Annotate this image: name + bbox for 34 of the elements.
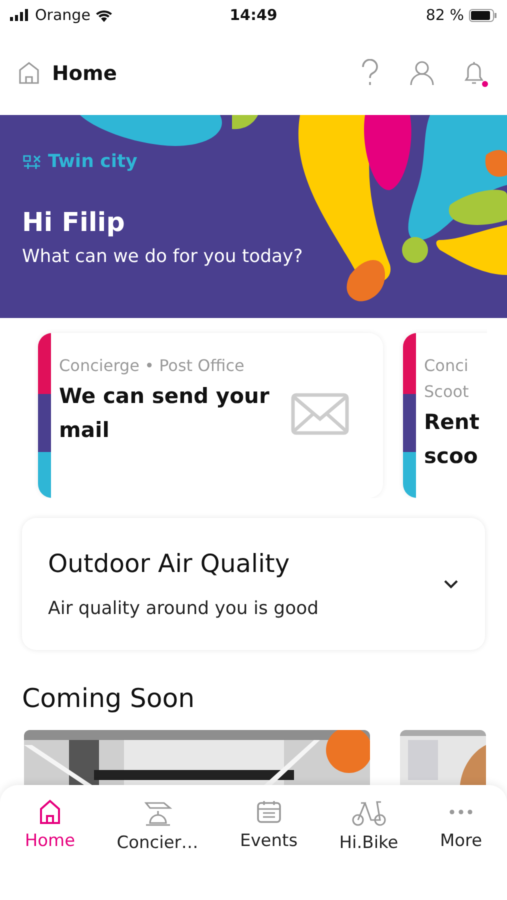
banner-subtitle: What can we do for you today? (22, 246, 304, 267)
concierge-bell-icon (142, 799, 174, 827)
tab[interactable]: Home (24, 799, 76, 900)
brand-logo: Twin city (22, 151, 485, 172)
tab[interactable]: Events (240, 799, 298, 900)
page-title: Home (52, 60, 118, 84)
tab[interactable]: More (440, 799, 482, 900)
card-title: scoo (424, 443, 479, 470)
section-title: Coming Soon (22, 684, 196, 714)
tab[interactable]: Concier… (116, 799, 198, 900)
bike-icon (350, 799, 387, 827)
battery-percent: 82 % (426, 6, 464, 24)
envelope-icon (291, 393, 349, 435)
battery-icon (469, 8, 497, 22)
card-text: Air quality around you is good (48, 598, 320, 619)
home-icon (18, 60, 40, 84)
greeting: Hi Filip (22, 208, 126, 238)
clock: 14:49 (230, 6, 278, 24)
calendar-icon (256, 799, 282, 825)
wifi-icon (95, 8, 114, 22)
more-icon (449, 809, 474, 815)
service-card[interactable]: Concierge • Post Office We can send your mail (38, 333, 383, 498)
card-title: Rent (424, 409, 480, 436)
tab[interactable]: Hi.Bike (339, 799, 398, 900)
expand-button[interactable] (443, 579, 459, 589)
home-icon (38, 799, 62, 825)
carrier-name: Orange (35, 6, 90, 24)
card-title: Outdoor Air Quality (48, 549, 291, 578)
service-card[interactable]: Conci Scoot Rent scoo (403, 333, 487, 498)
card-category: Conci (424, 355, 470, 377)
card-title: We can send your mail (59, 383, 270, 444)
card-category: Concierge • Post Office (59, 355, 246, 377)
card-category: Scoot (424, 381, 470, 403)
signal-icon (10, 9, 30, 21)
